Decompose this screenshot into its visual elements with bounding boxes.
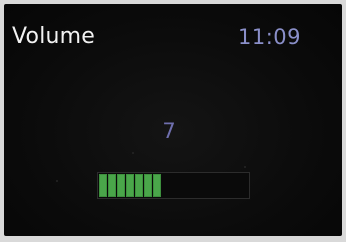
volume-level-bar <box>97 172 250 199</box>
volume-bar-segment <box>117 174 125 197</box>
volume-bar-segment <box>126 174 134 197</box>
screen-title: Volume <box>12 24 96 49</box>
volume-bar-segment <box>153 174 161 197</box>
screen-speck <box>56 180 58 182</box>
volume-level-value: 7 <box>162 119 176 143</box>
volume-bar-segment <box>135 174 143 197</box>
screen-speck <box>132 152 134 154</box>
device-bezel: Volume 11:09 7 <box>0 0 346 242</box>
volume-bar-segment <box>108 174 116 197</box>
clock-time: 11:09 <box>238 25 302 49</box>
volume-bar-segment <box>99 174 107 197</box>
volume-bar-segment <box>144 174 152 197</box>
display-screen: Volume 11:09 7 <box>4 4 342 236</box>
volume-bar-fill <box>99 174 161 197</box>
screen-speck <box>244 166 246 168</box>
